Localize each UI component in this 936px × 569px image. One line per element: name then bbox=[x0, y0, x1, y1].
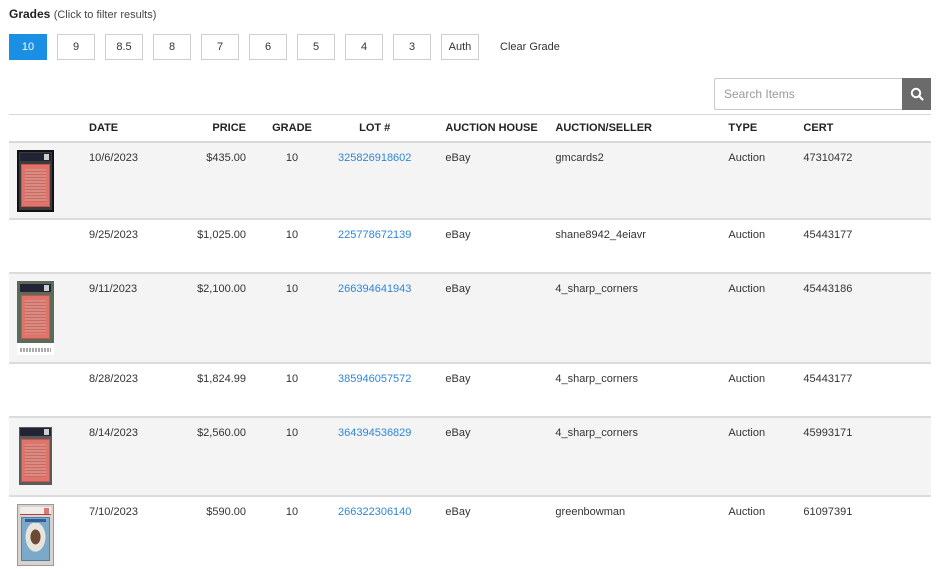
column-header-grade[interactable]: GRADE bbox=[246, 115, 338, 142]
sale-grade: 10 bbox=[285, 228, 299, 241]
lot-number-link[interactable]: 266322306140 bbox=[338, 506, 411, 518]
cert-number: 61097391 bbox=[803, 505, 853, 518]
table-row: 9/25/2023 $1,025.00 10 225778672139 eBay… bbox=[9, 219, 931, 273]
column-header-price[interactable]: PRICE bbox=[179, 115, 246, 142]
grades-hint: (Click to filter results) bbox=[53, 9, 157, 21]
grade-filter-bar: 10 9 8.5 8 7 6 5 4 3 Auth Clear Grade bbox=[9, 34, 560, 60]
sale-price: $590.00 bbox=[206, 505, 246, 518]
sale-type: Auction bbox=[728, 426, 766, 439]
card-thumbnail[interactable] bbox=[17, 280, 54, 355]
grade-button-10[interactable]: 10 bbox=[9, 34, 47, 60]
auction-house: eBay bbox=[445, 372, 471, 385]
sale-price: $435.00 bbox=[206, 151, 246, 164]
column-header-seller[interactable]: AUCTION/SELLER bbox=[555, 115, 728, 142]
sale-date: 9/25/2023 bbox=[89, 228, 138, 241]
sale-date: 10/6/2023 bbox=[89, 151, 138, 164]
cert-number: 45443186 bbox=[803, 282, 853, 295]
sale-grade: 10 bbox=[285, 372, 299, 385]
sale-price: $1,824.99 bbox=[197, 372, 246, 385]
cert-number: 45993171 bbox=[803, 426, 853, 439]
cert-number: 45443177 bbox=[803, 228, 853, 241]
seller-name: gmcards2 bbox=[555, 151, 604, 164]
sale-type: Auction bbox=[728, 372, 766, 385]
lot-number-link[interactable]: 325826918602 bbox=[338, 152, 411, 164]
sale-date: 8/14/2023 bbox=[89, 426, 138, 439]
grade-button-3[interactable]: 3 bbox=[393, 34, 431, 60]
table-header-row: DATE PRICE GRADE LOT # AUCTION HOUSE AUC… bbox=[9, 114, 931, 142]
lot-number-link[interactable]: 225778672139 bbox=[338, 229, 411, 241]
table-row: 8/28/2023 $1,824.99 10 385946057572 eBay… bbox=[9, 363, 931, 417]
grade-button-7[interactable]: 7 bbox=[201, 34, 239, 60]
sale-price: $2,100.00 bbox=[197, 282, 246, 295]
sale-type: Auction bbox=[728, 151, 766, 164]
grade-button-8[interactable]: 8 bbox=[153, 34, 191, 60]
auction-house: eBay bbox=[445, 228, 471, 241]
grade-button-auth[interactable]: Auth bbox=[441, 34, 479, 60]
search-input[interactable] bbox=[714, 78, 902, 110]
search-button[interactable] bbox=[902, 78, 931, 110]
card-thumbnail[interactable] bbox=[17, 149, 54, 212]
sale-date: 9/11/2023 bbox=[89, 282, 138, 295]
table-row: 7/10/2023 $590.00 10 266322306140 eBay g… bbox=[9, 496, 931, 569]
lot-number-link[interactable]: 364394536829 bbox=[338, 427, 411, 439]
sale-date: 8/28/2023 bbox=[89, 372, 138, 385]
search-icon bbox=[910, 87, 924, 101]
grade-button-9[interactable]: 9 bbox=[57, 34, 95, 60]
card-thumbnail[interactable] bbox=[17, 503, 54, 566]
auction-house: eBay bbox=[445, 505, 471, 518]
grade-button-5[interactable]: 5 bbox=[297, 34, 335, 60]
auction-house: eBay bbox=[445, 282, 471, 295]
sale-grade: 10 bbox=[285, 505, 299, 518]
lot-number-link[interactable]: 385946057572 bbox=[338, 373, 411, 385]
sale-price: $1,025.00 bbox=[197, 228, 246, 241]
seller-name: 4_sharp_corners bbox=[555, 426, 638, 439]
sale-type: Auction bbox=[728, 505, 766, 518]
grades-heading: Grades (Click to filter results) bbox=[9, 7, 156, 21]
column-header-image bbox=[9, 115, 89, 142]
auction-house: eBay bbox=[445, 151, 471, 164]
sale-price: $2,560.00 bbox=[197, 426, 246, 439]
clear-grade-link[interactable]: Clear Grade bbox=[500, 41, 560, 53]
auction-house: eBay bbox=[445, 426, 471, 439]
sale-type: Auction bbox=[728, 228, 766, 241]
search-box bbox=[714, 78, 931, 110]
card-thumbnail[interactable] bbox=[17, 425, 54, 487]
table-row: 9/11/2023 $2,100.00 10 266394641943 eBay… bbox=[9, 272, 931, 363]
sale-grade: 10 bbox=[285, 282, 299, 295]
grade-button-4[interactable]: 4 bbox=[345, 34, 383, 60]
sales-table: DATE PRICE GRADE LOT # AUCTION HOUSE AUC… bbox=[9, 114, 931, 569]
grade-button-8-5[interactable]: 8.5 bbox=[105, 34, 143, 60]
column-header-type[interactable]: TYPE bbox=[728, 115, 803, 142]
column-header-auction-house[interactable]: AUCTION HOUSE bbox=[411, 115, 555, 142]
sale-grade: 10 bbox=[285, 151, 299, 164]
lot-number-link[interactable]: 266394641943 bbox=[338, 283, 411, 295]
sale-type: Auction bbox=[728, 282, 766, 295]
table-row: 10/6/2023 $435.00 10 325826918602 eBay g… bbox=[9, 141, 931, 219]
grade-button-6[interactable]: 6 bbox=[249, 34, 287, 60]
grades-title: Grades bbox=[9, 7, 51, 21]
cert-number: 45443177 bbox=[803, 372, 853, 385]
seller-name: 4_sharp_corners bbox=[555, 372, 638, 385]
column-header-cert[interactable]: CERT bbox=[803, 115, 931, 142]
seller-name: greenbowman bbox=[555, 505, 626, 518]
seller-name: 4_sharp_corners bbox=[555, 282, 638, 295]
table-row: 8/14/2023 $2,560.00 10 364394536829 eBay… bbox=[9, 416, 931, 496]
column-header-date[interactable]: DATE bbox=[89, 115, 179, 142]
column-header-lot[interactable]: LOT # bbox=[338, 115, 411, 142]
cert-number: 47310472 bbox=[803, 151, 853, 164]
sale-date: 7/10/2023 bbox=[89, 505, 138, 518]
seller-name: shane8942_4eiavr bbox=[555, 228, 646, 241]
sale-grade: 10 bbox=[285, 426, 299, 439]
